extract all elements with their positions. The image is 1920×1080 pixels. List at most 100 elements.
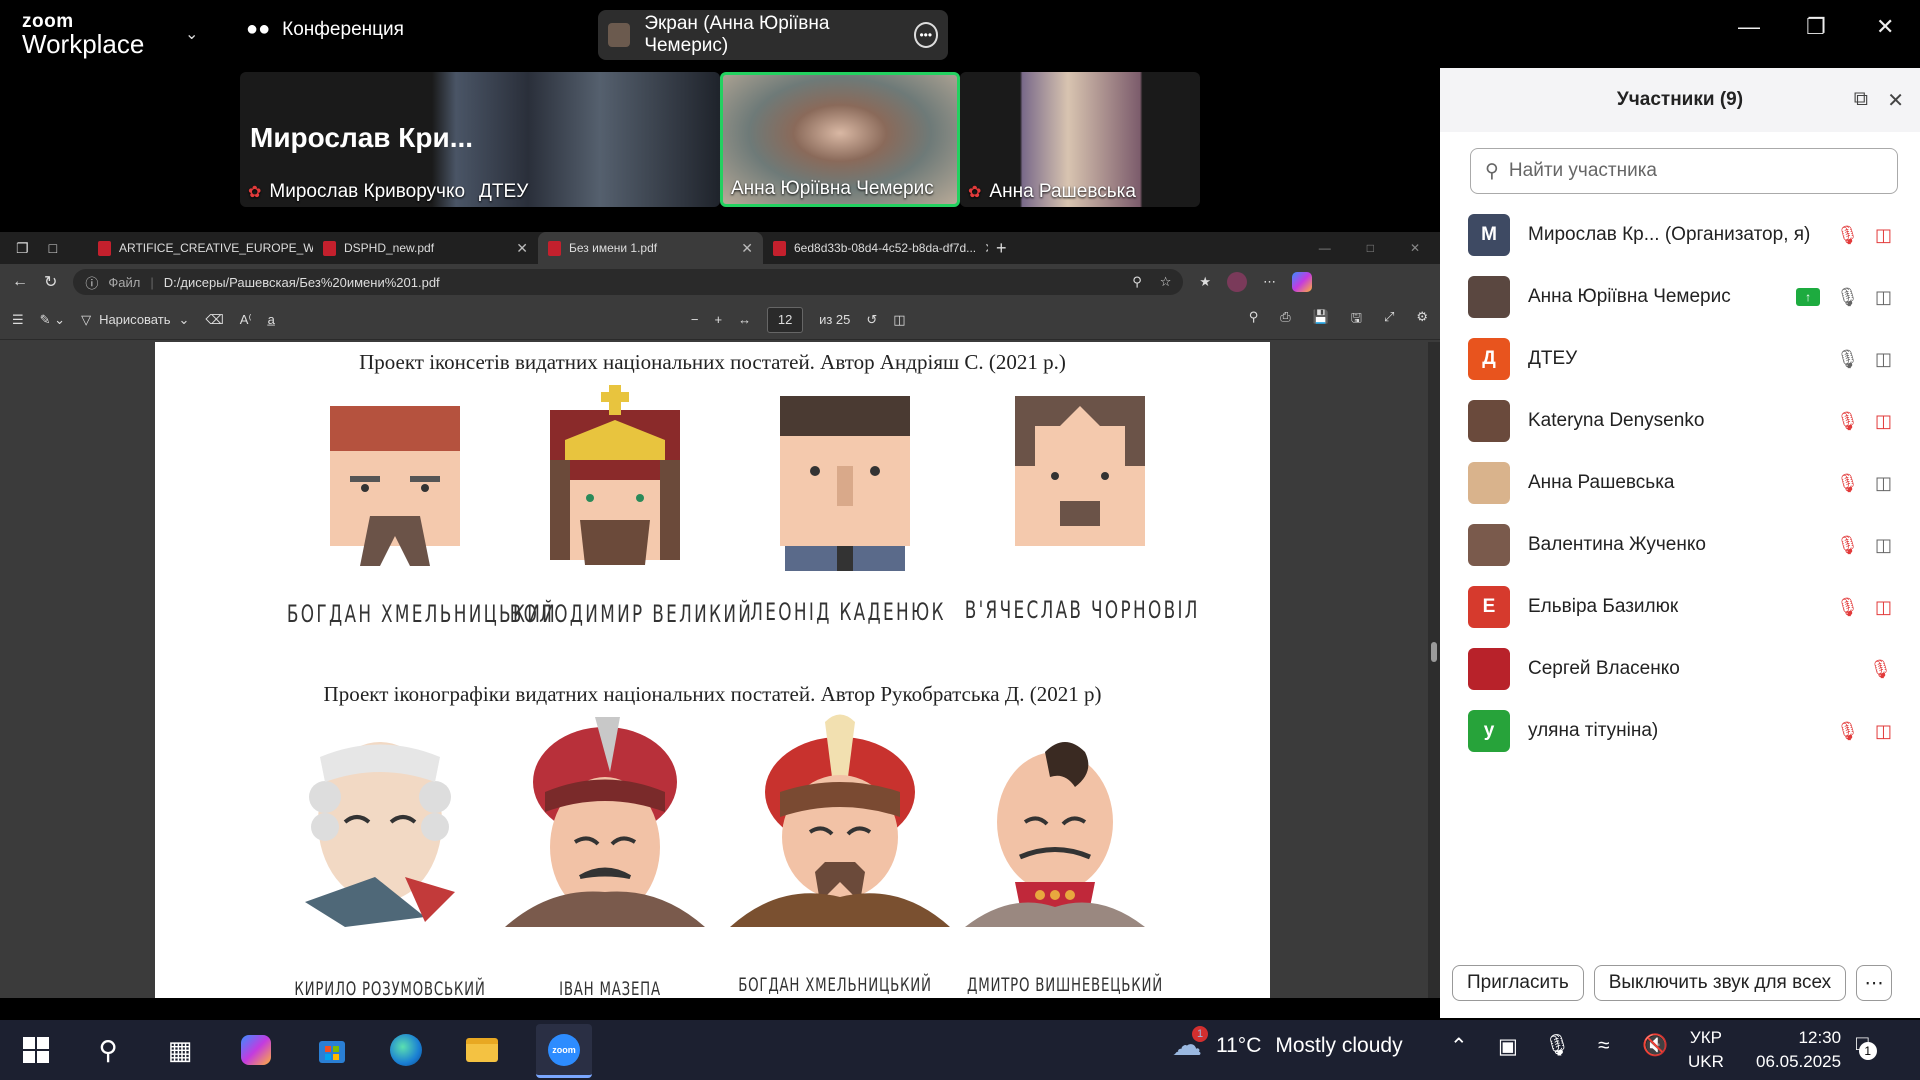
participant-row[interactable]: Валентина Жученко 🎙 ◫ xyxy=(1440,514,1920,576)
page-number-input[interactable]: 12 xyxy=(767,306,804,333)
workspaces-icon[interactable]: ❐ xyxy=(16,240,29,257)
video-off-icon[interactable]: ◫ xyxy=(1875,411,1892,432)
fullscreen-icon[interactable]: ⤢ xyxy=(1384,309,1394,331)
volume-muted-icon[interactable]: 🔇 xyxy=(1642,1034,1668,1058)
copilot-icon[interactable] xyxy=(1292,272,1313,292)
favorites-icon[interactable]: ★ xyxy=(1199,274,1211,290)
mic-icon[interactable]: 🎙 xyxy=(1836,349,1859,370)
draw-tool-button[interactable]: ▽ Нарисовать ⌄ xyxy=(81,312,189,328)
translate-icon[interactable]: a̲ xyxy=(268,312,275,327)
browser-tab-active[interactable]: Без имени 1.pdf ✕ xyxy=(538,232,763,264)
video-tile-miroslav[interactable]: Мирослав Кри... ✿ Мирослав Криворучко ДТ… xyxy=(240,72,720,207)
windows-start-icon[interactable] xyxy=(16,1030,56,1070)
video-icon[interactable]: ◫ xyxy=(1875,349,1892,370)
zoom-out-icon[interactable]: − xyxy=(691,312,699,327)
mute-all-button[interactable]: Выключить звук для всех xyxy=(1593,965,1847,1001)
participant-row[interactable]: у уляна тітуніна) 🎙 ◫ xyxy=(1440,700,1920,762)
new-tab-icon[interactable]: + xyxy=(996,238,1007,259)
more-options-icon[interactable]: ••• xyxy=(913,22,938,48)
read-aloud-icon[interactable]: A⁽ xyxy=(240,312,252,328)
close-icon[interactable]: ✕ xyxy=(1410,241,1420,255)
search-icon[interactable]: ⚲ xyxy=(88,1030,128,1070)
weather-widget[interactable]: ☁ 1 11°C Mostly cloudy xyxy=(1172,1026,1403,1063)
participant-row[interactable]: Анна Рашевська 🎙 ◫ xyxy=(1440,452,1920,514)
edge-icon[interactable] xyxy=(386,1030,426,1070)
fit-page-icon[interactable]: ↔ xyxy=(738,312,751,327)
video-off-icon[interactable]: ◫ xyxy=(1875,225,1892,246)
mic-off-icon[interactable]: 🎙 xyxy=(1836,411,1859,432)
zoom-taskbar-icon[interactable]: zoom xyxy=(536,1024,592,1078)
participant-row[interactable]: Е Ельвіра Базилюк 🎙 ◫ xyxy=(1440,576,1920,638)
mic-off-icon[interactable]: 🎙 xyxy=(1869,659,1892,680)
profile-avatar[interactable] xyxy=(1227,272,1248,292)
refresh-icon[interactable]: ↻ xyxy=(44,272,57,292)
rotate-icon[interactable]: ↺ xyxy=(866,312,877,328)
eraser-icon[interactable]: ⌫ xyxy=(205,312,223,328)
participant-row[interactable]: Сергей Власенко 🎙 xyxy=(1440,638,1920,700)
print-icon[interactable]: ⎙ xyxy=(1280,309,1290,331)
save-icon[interactable]: 💾 xyxy=(1313,309,1329,331)
video-icon[interactable]: ◫ xyxy=(1875,535,1892,556)
copilot-icon[interactable] xyxy=(236,1030,276,1070)
video-off-icon[interactable]: ◫ xyxy=(1875,721,1892,742)
close-tab-icon[interactable]: ✕ xyxy=(984,240,988,257)
chevron-down-icon[interactable]: ⌄ xyxy=(185,24,198,44)
file-explorer-icon[interactable] xyxy=(462,1030,502,1070)
browser-tab[interactable]: ARTIFICE_CREATIVE_EUROPE_WP...✕ xyxy=(88,232,313,264)
participant-row[interactable]: Анна Юріївна Чемерис ↑ 🎙 ◫ xyxy=(1440,266,1920,328)
minimize-icon[interactable]: — xyxy=(1738,14,1760,40)
participant-row[interactable]: Kateryna Denysenko 🎙 ◫ xyxy=(1440,390,1920,452)
video-icon[interactable]: ◫ xyxy=(1875,473,1892,494)
language-indicator[interactable]: УКР UKR xyxy=(1688,1026,1724,1074)
close-tab-icon[interactable]: ✕ xyxy=(741,240,753,257)
microphone-icon[interactable]: 🎙 xyxy=(1544,1034,1571,1058)
video-tile-anna-rashevska[interactable]: ✿ Анна Рашевська xyxy=(960,72,1200,207)
clock[interactable]: 12:30 06.05.2025 xyxy=(1756,1026,1841,1074)
url-field[interactable]: ⓘ Файл | D:/дисеры/Рашевская/Без%20имени… xyxy=(73,269,1184,295)
highlight-icon[interactable]: ✎ ⌄ xyxy=(40,312,65,328)
more-options-icon[interactable]: ⋯ xyxy=(1856,965,1893,1001)
wifi-icon[interactable]: ≈ xyxy=(1598,1034,1610,1058)
restore-icon[interactable]: ❐ xyxy=(1806,14,1826,40)
minimize-icon[interactable]: — xyxy=(1319,241,1331,255)
video-off-icon[interactable]: ◫ xyxy=(1875,597,1892,618)
browser-tab[interactable]: DSPHD_new.pdf ✕ xyxy=(313,232,538,264)
scrollbar-thumb[interactable] xyxy=(1431,642,1437,662)
mic-off-icon[interactable]: 🎙 xyxy=(1836,535,1859,556)
more-menu-icon[interactable]: ⋯ xyxy=(1263,274,1276,290)
mic-icon[interactable]: 🎙 xyxy=(1836,287,1859,308)
pdf-scrollbar[interactable] xyxy=(1428,342,1440,998)
mic-off-icon[interactable]: 🎙 xyxy=(1836,225,1859,246)
screen-share-indicator[interactable]: Экран (Анна Юріївна Чемерис) ••• xyxy=(598,10,948,60)
participant-row[interactable]: М Мирослав Кр... (Организатор, я) 🎙 ◫ xyxy=(1440,204,1920,266)
contents-icon[interactable]: ☰ xyxy=(12,312,24,328)
save-as-icon[interactable]: 🖫 xyxy=(1351,309,1362,331)
task-view-icon[interactable]: ▦ xyxy=(160,1030,200,1070)
zoom-in-icon[interactable]: + xyxy=(714,312,722,327)
settings-gear-icon[interactable]: ⚙ xyxy=(1416,309,1428,331)
meet-now-icon[interactable]: ▣ xyxy=(1498,1034,1518,1059)
browser-tab[interactable]: 6ed8d33b-08d4-4c52-b8da-df7d... ✕ xyxy=(763,232,988,264)
participant-row[interactable]: Д ДТЕУ 🎙 ◫ xyxy=(1440,328,1920,390)
store-icon[interactable] xyxy=(312,1030,352,1070)
zoom-icon[interactable]: ⚲ xyxy=(1132,274,1142,290)
search-icon[interactable]: ⚲ xyxy=(1249,309,1259,331)
pdf-viewer[interactable]: Проект іконсетів видатних національних п… xyxy=(0,342,1440,998)
close-icon[interactable]: ✕ xyxy=(1887,88,1904,113)
mic-off-icon[interactable]: 🎙 xyxy=(1836,473,1859,494)
pop-out-icon[interactable]: ⧉ xyxy=(1854,88,1868,111)
invite-button[interactable]: Пригласить xyxy=(1452,965,1584,1001)
tab-actions-icon[interactable]: □ xyxy=(49,240,57,257)
meeting-info-button[interactable]: ●● Конференция xyxy=(246,18,404,41)
video-icon[interactable]: ◫ xyxy=(1875,287,1892,308)
close-icon[interactable]: ✕ xyxy=(1876,14,1894,40)
participant-search-input[interactable]: ⚲ Найти участника xyxy=(1470,148,1898,194)
back-icon[interactable]: ← xyxy=(12,273,28,291)
mic-off-icon[interactable]: 🎙 xyxy=(1836,597,1859,618)
restore-icon[interactable]: □ xyxy=(1367,241,1374,255)
close-tab-icon[interactable]: ✕ xyxy=(516,240,528,257)
notifications-icon[interactable]: □1 xyxy=(1856,1032,1877,1060)
page-view-icon[interactable]: ◫ xyxy=(893,312,905,328)
chevron-up-icon[interactable]: ⌃ xyxy=(1450,1034,1468,1059)
favorite-star-icon[interactable]: ☆ xyxy=(1160,274,1172,290)
